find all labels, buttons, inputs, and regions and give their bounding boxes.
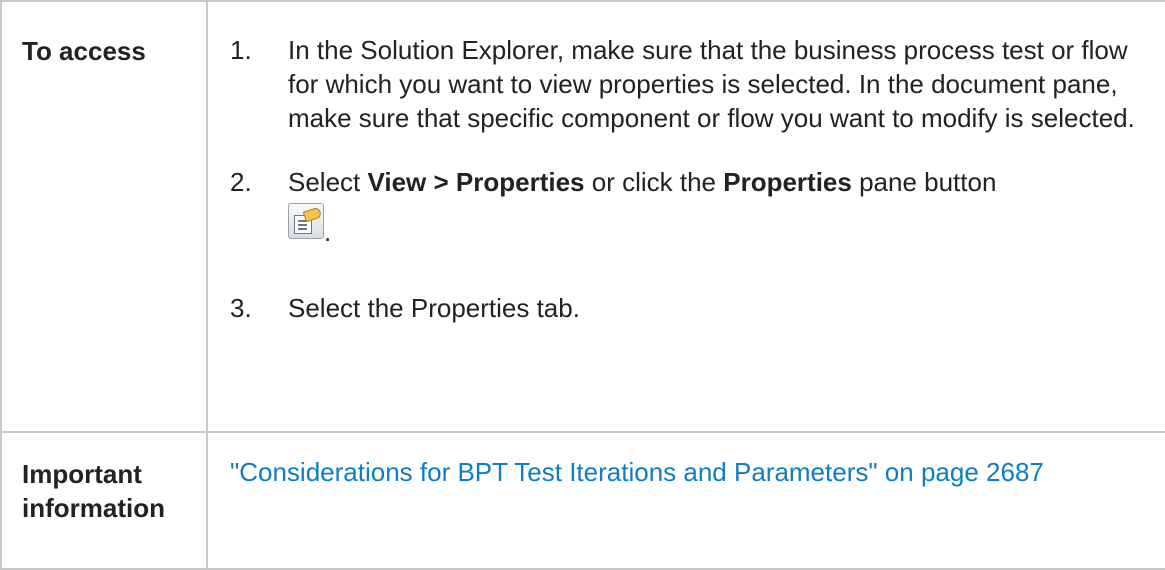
step-number: 2. — [230, 167, 252, 197]
step-text-part: Select — [288, 167, 368, 197]
considerations-link[interactable]: "Considerations for BPT Test Iterations … — [208, 433, 1165, 489]
access-row: To access 1. In the Solution Explorer, m… — [0, 0, 1165, 433]
step-1: 1. In the Solution Explorer, make sure t… — [230, 2, 1145, 135]
menu-path: View > Properties — [367, 167, 585, 197]
step-3: 3. Select the Properties tab. — [230, 249, 1145, 325]
step-number: 1. — [230, 35, 252, 65]
steps-list: 1. In the Solution Explorer, make sure t… — [208, 2, 1165, 325]
access-content: 1. In the Solution Explorer, make sure t… — [206, 0, 1165, 433]
step-text: In the Solution Explorer, make sure that… — [288, 35, 1135, 133]
trailing-period: . — [324, 217, 332, 247]
important-label: Important information — [0, 431, 208, 570]
important-row: Important information "Considerations fo… — [0, 431, 1165, 570]
important-content: "Considerations for BPT Test Iterations … — [206, 431, 1165, 570]
access-label: To access — [0, 0, 208, 433]
pane-name: Properties — [723, 167, 852, 197]
step-number: 3. — [230, 293, 252, 323]
step-text-part: pane button — [851, 167, 997, 197]
step-text-part: or click the — [584, 167, 724, 197]
hand-icon — [302, 206, 323, 223]
step-text: Select View > Properties or click the Pr… — [288, 165, 1145, 249]
step-text: Select the Properties tab. — [288, 293, 580, 323]
properties-pane-icon — [288, 203, 324, 239]
info-table: To access 1. In the Solution Explorer, m… — [0, 0, 1165, 570]
step-2: 2. Select View > Properties or click the… — [230, 135, 1145, 249]
